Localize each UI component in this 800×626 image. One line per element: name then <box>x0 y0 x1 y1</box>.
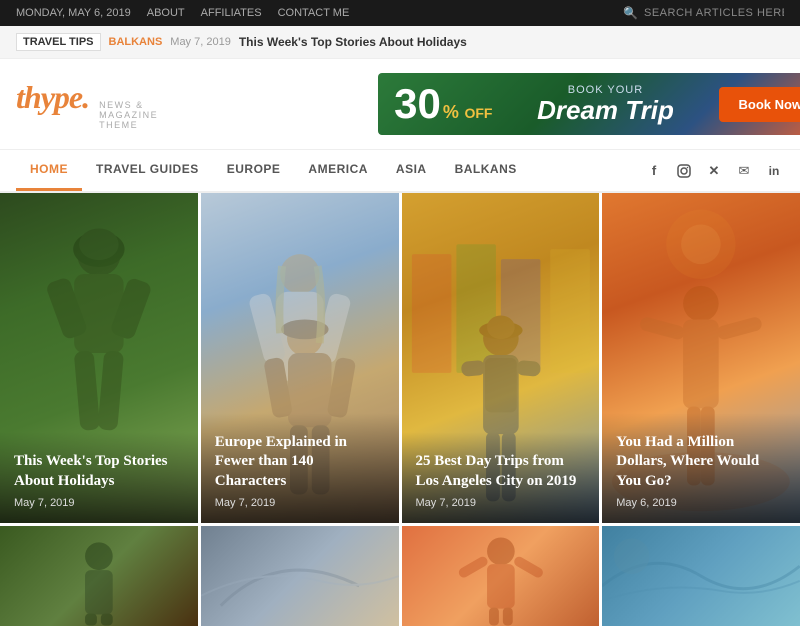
logo[interactable]: thype. <box>16 79 89 116</box>
search-input[interactable] <box>644 7 784 19</box>
nav-socials: f ✕ ✉ in <box>644 161 784 181</box>
featured-card-3[interactable]: 25 Best Day Trips from Los Angeles City … <box>402 193 600 523</box>
ticker-category[interactable]: BALKANS <box>109 36 163 48</box>
thumb3-figure <box>402 526 600 626</box>
instagram-icon[interactable] <box>674 161 694 181</box>
ad-off: OFF <box>464 105 492 121</box>
thumbs-grid <box>0 526 800 626</box>
card1-overlay: This Week's Top Stories About Holidays M… <box>0 432 198 523</box>
thumb4-figure <box>602 526 800 626</box>
top-bar-left: MONDAY, MAY 6, 2019 ABOUT AFFILIATES CON… <box>16 7 349 19</box>
ad-discount: 30 % OFF <box>394 83 492 125</box>
search-icon: 🔍 <box>623 6 638 20</box>
ad-dream-trip: Dream Trip <box>537 96 674 125</box>
card2-title: Europe Explained in Fewer than 140 Chara… <box>215 433 385 492</box>
card4-date: May 6, 2019 <box>616 497 786 509</box>
logo-area: thype. NEWS & MAGAZINE THEME <box>16 79 158 130</box>
ad-number: 30 <box>394 83 441 125</box>
nav: HOME TRAVEL GUIDES EUROPE AMERICA ASIA B… <box>0 150 800 193</box>
thumbnail-4[interactable] <box>602 526 800 626</box>
featured-grid: This Week's Top Stories About Holidays M… <box>0 193 800 523</box>
thumbnail-3[interactable] <box>402 526 600 626</box>
card3-date: May 7, 2019 <box>416 497 586 509</box>
twitter-icon[interactable]: ✕ <box>704 161 724 181</box>
ticker-label: TRAVEL TIPS <box>16 33 101 51</box>
ticker-date: May 7, 2019 <box>170 36 231 48</box>
date-label: MONDAY, MAY 6, 2019 <box>16 7 131 19</box>
linkedin-icon[interactable]: in <box>764 161 784 181</box>
nav-item-home[interactable]: HOME <box>16 150 82 191</box>
featured-card-1[interactable]: This Week's Top Stories About Holidays M… <box>0 193 198 523</box>
facebook-icon[interactable]: f <box>644 161 664 181</box>
ticker-bar: TRAVEL TIPS BALKANS May 7, 2019 This Wee… <box>0 26 800 59</box>
ticker-story: This Week's Top Stories About Holidays <box>239 35 467 49</box>
header: thype. NEWS & MAGAZINE THEME 30 % OFF BO… <box>0 59 800 150</box>
logo-tagline: NEWS & MAGAZINE THEME <box>99 100 158 130</box>
contact-link[interactable]: CONTACT ME <box>278 7 350 19</box>
featured-card-2[interactable]: Europe Explained in Fewer than 140 Chara… <box>201 193 399 523</box>
nav-item-asia[interactable]: ASIA <box>382 150 441 191</box>
card3-title: 25 Best Day Trips from Los Angeles City … <box>416 452 586 491</box>
nav-item-america[interactable]: AMERICA <box>294 150 382 191</box>
ad-banner[interactable]: 30 % OFF BOOK YOUR Dream Trip Book Now <box>378 73 800 135</box>
card2-overlay: Europe Explained in Fewer than 140 Chara… <box>201 413 399 524</box>
thumbnail-1[interactable] <box>0 526 198 626</box>
ad-middle: BOOK YOUR Dream Trip <box>537 84 674 125</box>
nav-links: HOME TRAVEL GUIDES EUROPE AMERICA ASIA B… <box>16 150 531 191</box>
about-link[interactable]: ABOUT <box>147 7 185 19</box>
search-area: 🔍 <box>623 6 784 20</box>
email-icon[interactable]: ✉ <box>734 161 754 181</box>
top-bar: MONDAY, MAY 6, 2019 ABOUT AFFILIATES CON… <box>0 0 800 26</box>
thumb2-figure <box>201 526 399 626</box>
card3-overlay: 25 Best Day Trips from Los Angeles City … <box>402 432 600 523</box>
ad-percent: % <box>443 102 459 122</box>
card1-date: May 7, 2019 <box>14 497 184 509</box>
nav-item-travel-guides[interactable]: TRAVEL GUIDES <box>82 150 213 191</box>
card4-title: You Had a Million Dollars, Where Would Y… <box>616 433 786 492</box>
nav-item-europe[interactable]: EUROPE <box>213 150 295 191</box>
ad-book-button[interactable]: Book Now <box>719 87 800 122</box>
card4-overlay: You Had a Million Dollars, Where Would Y… <box>602 413 800 524</box>
thumbnail-2[interactable] <box>201 526 399 626</box>
card2-date: May 7, 2019 <box>215 497 385 509</box>
affiliates-link[interactable]: AFFILIATES <box>201 7 262 19</box>
thumb1-figure <box>0 526 198 626</box>
card1-title: This Week's Top Stories About Holidays <box>14 452 184 491</box>
featured-card-4[interactable]: You Had a Million Dollars, Where Would Y… <box>602 193 800 523</box>
nav-item-balkans[interactable]: BALKANS <box>441 150 531 191</box>
